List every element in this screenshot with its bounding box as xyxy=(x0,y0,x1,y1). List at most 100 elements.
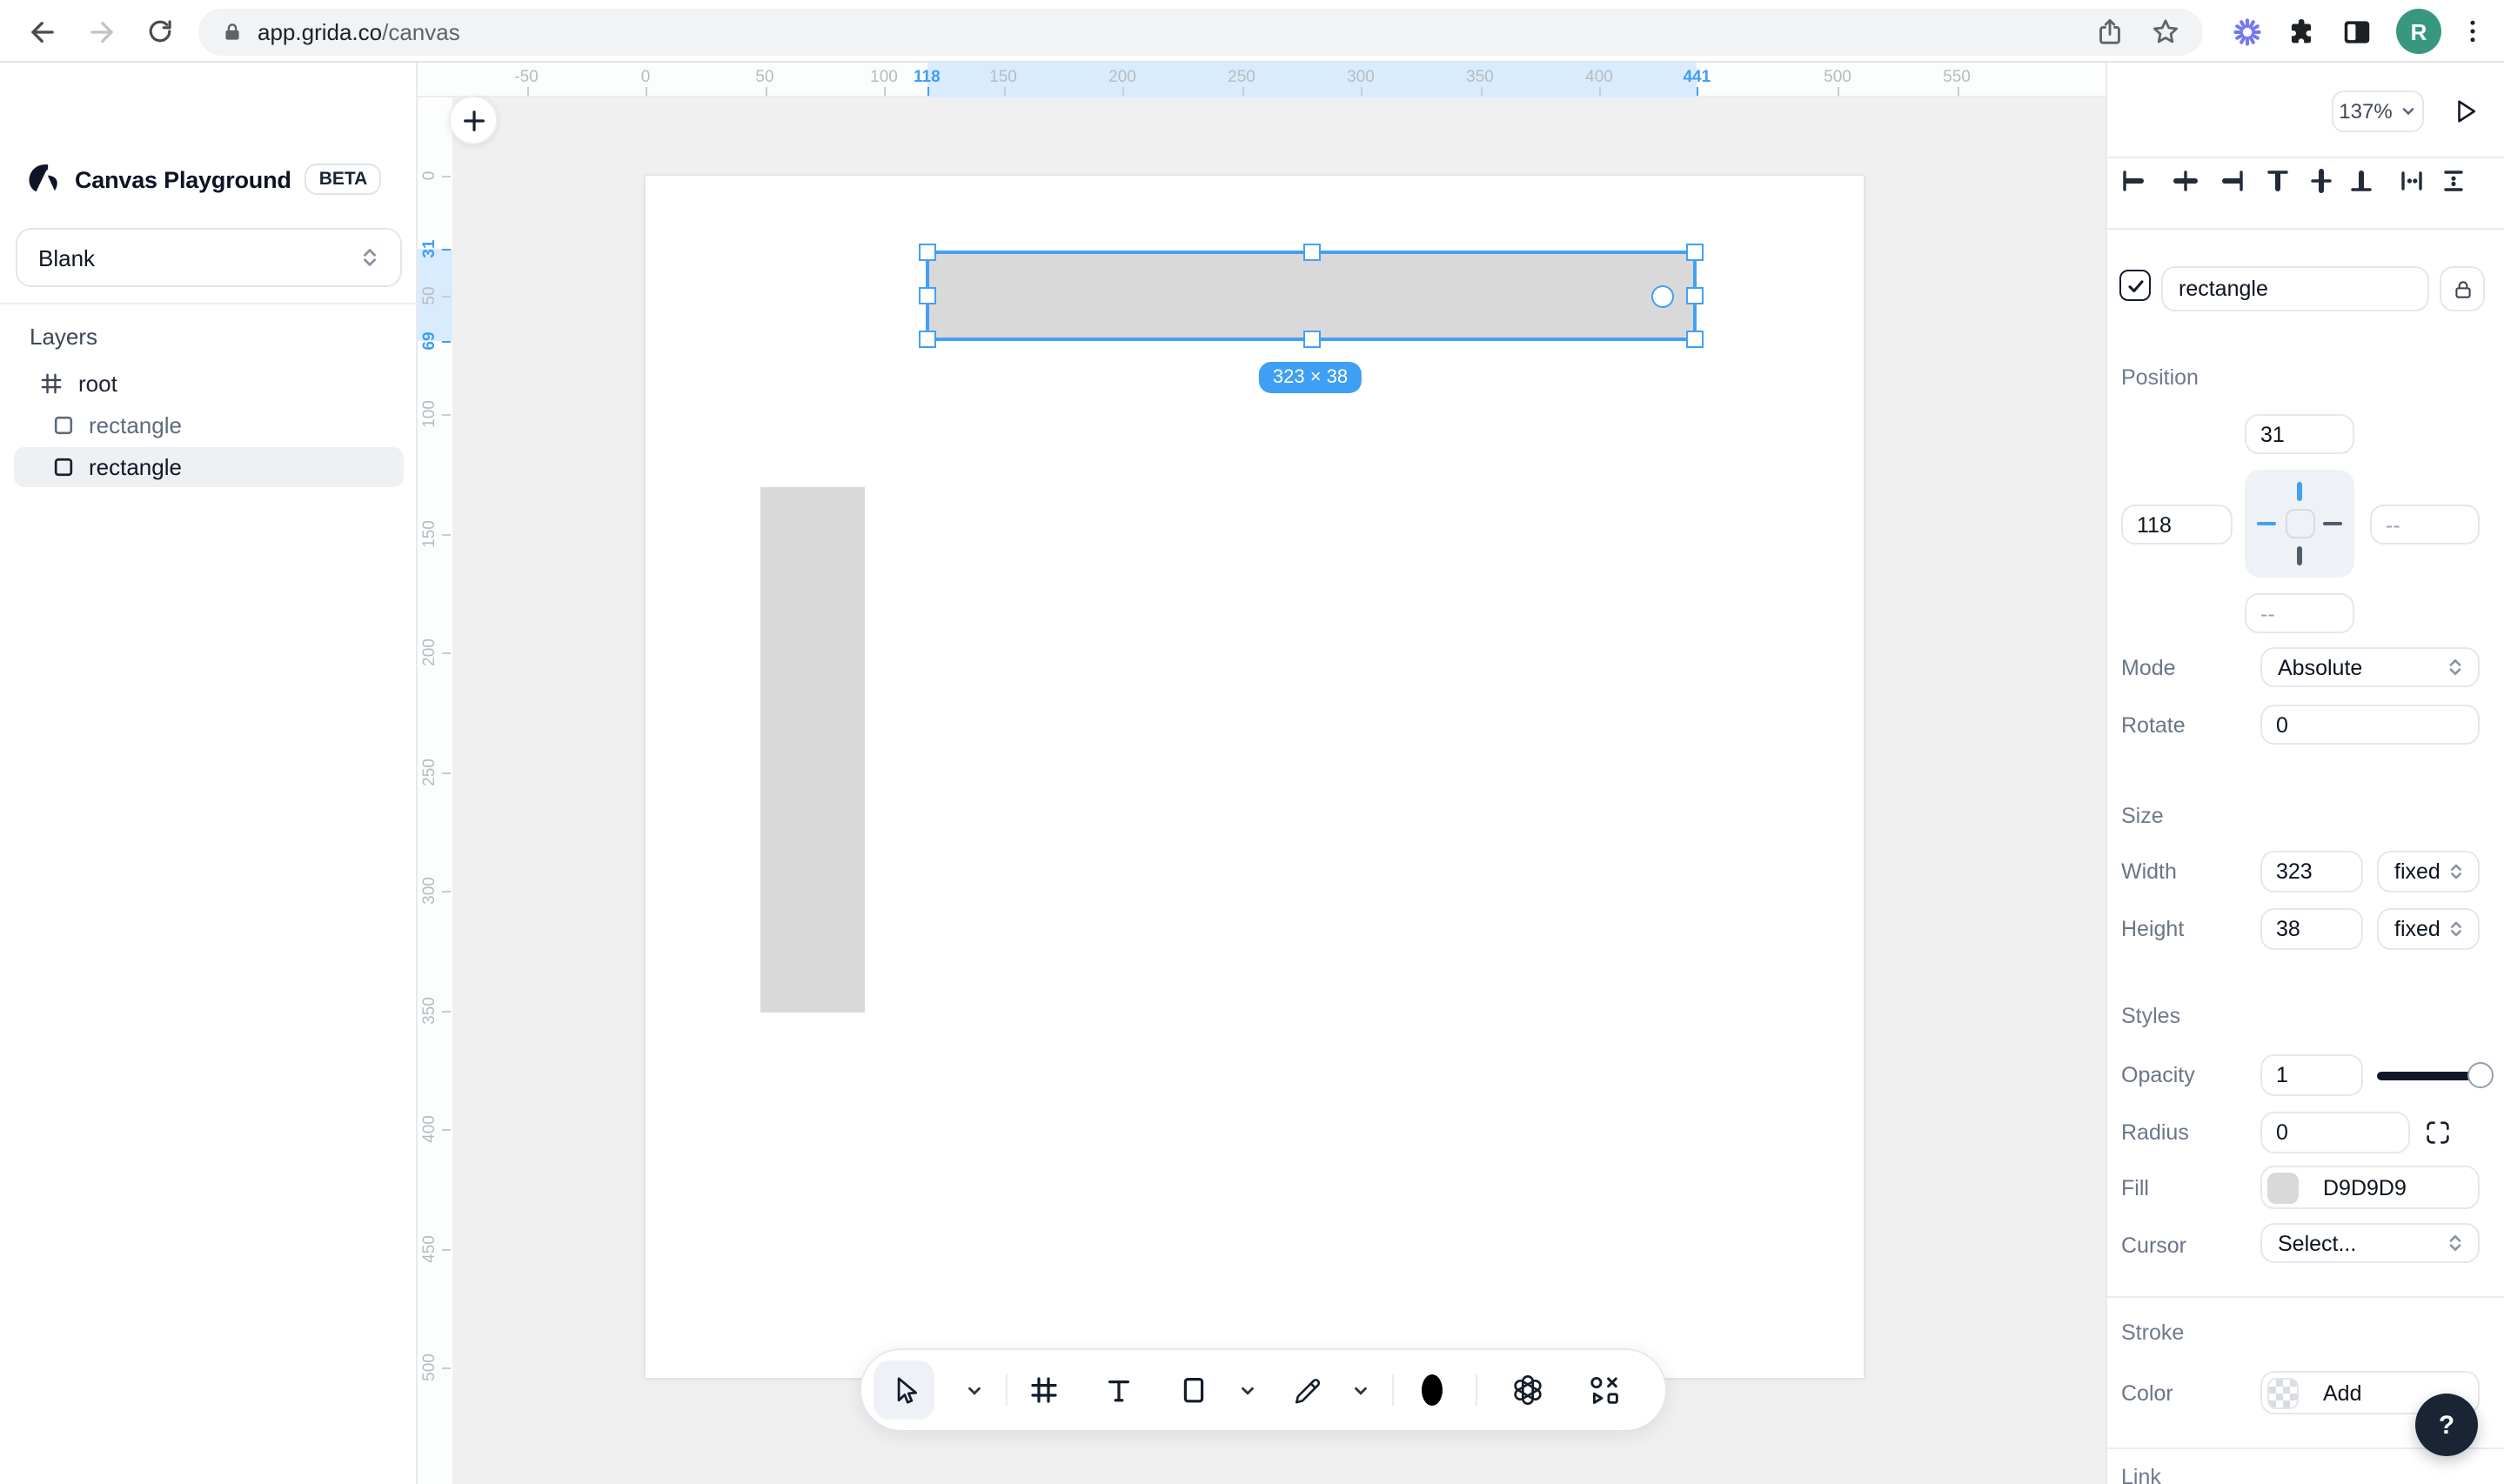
cursor-tool-dropdown[interactable] xyxy=(965,1350,984,1430)
align-horizontal-center-icon[interactable] xyxy=(2172,167,2199,195)
position-top-input[interactable] xyxy=(2245,414,2354,454)
align-vertical-center-icon[interactable] xyxy=(2307,167,2335,195)
height-input[interactable] xyxy=(2260,908,2363,950)
cursor-tool-button[interactable] xyxy=(888,1350,921,1430)
side-panel-icon[interactable] xyxy=(2340,16,2375,50)
ruler-label: 350 xyxy=(420,996,439,1024)
browser-forward-icon[interactable] xyxy=(84,14,118,49)
selection-handle-nw[interactable] xyxy=(919,244,936,261)
rectangle-shape[interactable] xyxy=(760,487,865,1013)
selection-handle-se[interactable] xyxy=(1686,331,1704,348)
ruler-tick xyxy=(1361,87,1362,96)
ruler-label: 300 xyxy=(420,877,439,905)
horizontal-ruler: -50 0 50 100 118 150 200 250 300 350 400 441 500 550 xyxy=(418,63,2106,97)
pencil-tool-button[interactable] xyxy=(1290,1350,1323,1430)
align-bottom-icon[interactable] xyxy=(2347,167,2375,195)
playground-shapes-button[interactable] xyxy=(1588,1350,1621,1430)
distribute-horizontal-icon[interactable] xyxy=(2398,167,2426,195)
position-right-input[interactable] xyxy=(2370,505,2480,545)
template-select[interactable]: Blank xyxy=(16,228,402,287)
distribute-vertical-icon[interactable] xyxy=(2440,167,2467,195)
align-top-icon[interactable] xyxy=(2264,167,2292,195)
browser-back-icon[interactable] xyxy=(24,14,59,49)
mode-select[interactable]: Absolute xyxy=(2260,647,2480,687)
text-tool-button[interactable] xyxy=(1104,1350,1134,1430)
app-title: Canvas Playground xyxy=(75,166,291,192)
rectangle-tool-button[interactable] xyxy=(1178,1350,1209,1430)
ruler-label: 500 xyxy=(1824,68,1851,87)
shape-tool-dropdown[interactable] xyxy=(1238,1350,1257,1430)
height-unit-value: fixed xyxy=(2394,917,2440,941)
rotate-input[interactable] xyxy=(2260,705,2480,745)
browser-menu-icon[interactable] xyxy=(2457,16,2492,50)
ruler-label: 0 xyxy=(640,68,651,87)
layers-title: Layers xyxy=(30,324,98,350)
selection-handle-ne[interactable] xyxy=(1686,244,1704,261)
ruler-tick xyxy=(1599,87,1601,96)
draw-tool-dropdown[interactable] xyxy=(1351,1350,1370,1430)
cursor-select[interactable]: Select... xyxy=(2260,1223,2480,1263)
bookmark-star-icon[interactable] xyxy=(2149,16,2182,49)
rectangle-icon xyxy=(54,458,73,477)
zoom-level-select[interactable]: 137% xyxy=(2332,90,2424,132)
layer-item-root[interactable]: root xyxy=(14,364,404,404)
help-button[interactable]: ? xyxy=(2415,1394,2478,1456)
opacity-slider[interactable] xyxy=(2377,1062,2494,1089)
address-bar[interactable]: app.grida.co/canvas xyxy=(198,9,2203,56)
fill-color-field[interactable]: D9D9D9 xyxy=(2260,1166,2480,1209)
selection-handle-n[interactable] xyxy=(1302,244,1320,261)
layer-name-input[interactable] xyxy=(2161,266,2429,311)
toolbar-divider xyxy=(1476,1374,1477,1406)
ruler-label: 150 xyxy=(420,519,439,547)
independent-corners-button[interactable] xyxy=(2426,1120,2450,1145)
avatar-letter: R xyxy=(2410,18,2427,44)
color-swatch-button[interactable] xyxy=(1413,1350,1451,1430)
align-right-icon[interactable] xyxy=(2219,167,2246,195)
opacity-slider-thumb[interactable] xyxy=(2467,1062,2494,1089)
preview-play-button[interactable] xyxy=(2450,96,2481,127)
app-content: -50 0 50 100 118 150 200 250 300 350 400 441 500 550 … xyxy=(0,63,2504,1484)
extension-burst-icon[interactable] xyxy=(2231,16,2266,50)
lock-button[interactable] xyxy=(2440,266,2485,311)
chevron-down-icon xyxy=(968,1386,981,1394)
add-scene-button[interactable] xyxy=(449,96,498,144)
selected-rectangle[interactable] xyxy=(919,244,1704,348)
avatar[interactable]: R xyxy=(2396,9,2441,54)
position-anchor-widget[interactable] xyxy=(2245,470,2354,578)
corner-radius-handle[interactable] xyxy=(1651,285,1674,308)
zoom-level-value: 137% xyxy=(2339,99,2393,124)
chevron-down-icon xyxy=(2402,108,2414,116)
grida-canvas-app: app.grida.co/canvas R -50 0 50 100 118 1… xyxy=(0,0,2504,1484)
stroke-section-title: Stroke xyxy=(2121,1320,2185,1345)
selection-handle-sw[interactable] xyxy=(919,331,936,348)
position-left-input[interactable] xyxy=(2121,505,2233,545)
layer-item-rectangle-selected[interactable]: rectangle xyxy=(14,447,404,487)
canvas-viewport[interactable]: -50 0 50 100 118 150 200 250 300 350 400 441 500 550 … xyxy=(418,63,2106,1484)
browser-reload-icon[interactable] xyxy=(143,14,177,49)
share-icon[interactable] xyxy=(2093,16,2126,49)
ruler-tick xyxy=(1122,87,1124,96)
ruler-tick xyxy=(442,1129,451,1131)
selection-handle-w[interactable] xyxy=(919,287,936,304)
width-unit-select[interactable]: fixed xyxy=(2377,851,2480,892)
selection-handle-e[interactable] xyxy=(1686,287,1704,304)
layer-visible-checkbox[interactable] xyxy=(2119,270,2151,301)
align-left-icon[interactable] xyxy=(2119,167,2147,195)
position-bottom-input[interactable] xyxy=(2245,593,2354,633)
ruler-label: 350 xyxy=(1466,68,1494,87)
layers-tree: root rectangle rectangle xyxy=(0,362,418,489)
width-input[interactable] xyxy=(2260,851,2363,892)
frame-tool-button[interactable] xyxy=(1028,1350,1060,1430)
opacity-input[interactable] xyxy=(2260,1054,2363,1096)
ai-assistant-button[interactable] xyxy=(1510,1350,1545,1430)
radius-input[interactable] xyxy=(2260,1112,2410,1153)
height-unit-select[interactable]: fixed xyxy=(2377,908,2480,950)
ruler-tick xyxy=(442,533,451,535)
extensions-puzzle-icon[interactable] xyxy=(2285,16,2320,50)
size-badge: 323 × 38 xyxy=(1258,362,1362,393)
ruler-tick xyxy=(1003,87,1005,96)
selection-handle-s[interactable] xyxy=(1302,331,1320,348)
layer-item-rectangle[interactable]: rectangle xyxy=(14,405,404,445)
url-host: app.grida.co xyxy=(258,19,383,45)
ruler-tick xyxy=(442,295,451,297)
